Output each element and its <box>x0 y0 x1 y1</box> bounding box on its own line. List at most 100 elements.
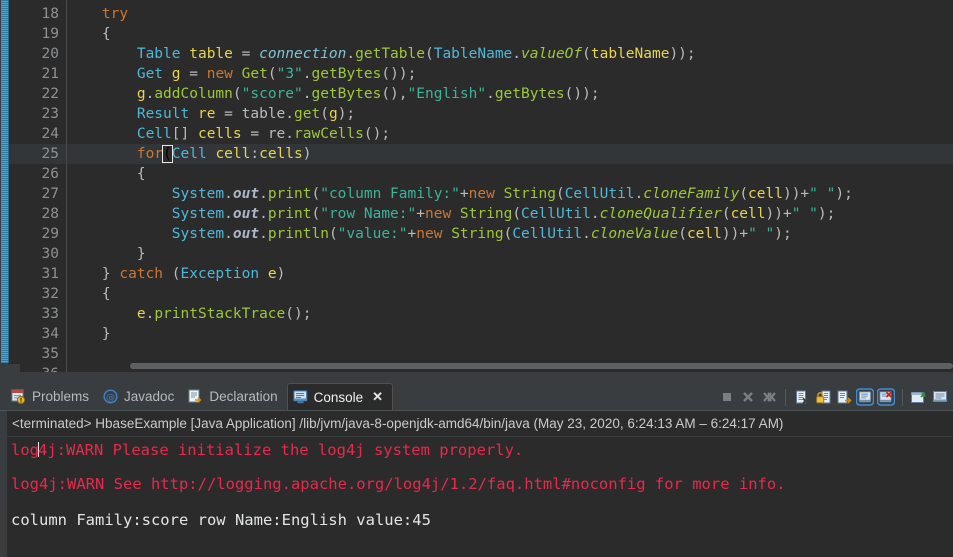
code-token: System <box>171 186 225 202</box>
line-number: 30 <box>41 246 59 262</box>
code-token: . <box>224 226 233 242</box>
code-line[interactable]: } <box>67 244 953 264</box>
tab-javadoc[interactable]: @ Javadoc <box>98 383 183 410</box>
console-icon <box>292 390 308 404</box>
code-token: (), <box>381 86 408 102</box>
code-line[interactable]: { <box>67 164 953 184</box>
code-token: + <box>407 226 417 242</box>
code-token: cells <box>197 126 242 142</box>
code-line[interactable]: try <box>67 4 953 24</box>
code-line[interactable]: System.out.println("value:"+new String(C… <box>67 224 953 244</box>
code-line[interactable]: e.printStackTrace(); <box>67 304 953 324</box>
code-token: try <box>101 6 129 22</box>
code-token: addColumn <box>154 86 233 102</box>
code-token: String <box>459 206 513 222</box>
scroll-lock-icon[interactable] <box>814 388 832 406</box>
editor-overview-ruler[interactable] <box>0 0 9 378</box>
line-number: 28 <box>41 206 59 222</box>
code-token: Result <box>136 106 190 122</box>
java-editor[interactable]: 18192021222324252627282930313233343536 t… <box>0 0 953 378</box>
console-header-separator <box>7 436 953 437</box>
line-number: 27 <box>41 186 59 202</box>
remove-all-terminated-icon[interactable] <box>760 388 778 406</box>
code-token: System <box>171 226 225 242</box>
code-token: = <box>232 46 260 62</box>
code-token: ()); <box>564 86 600 102</box>
code-token: ))+ <box>765 206 792 222</box>
editor-code-area[interactable]: try { Table table = connection.getTable(… <box>67 0 953 360</box>
code-line[interactable]: System.out.print("column Family:"+new St… <box>67 184 953 204</box>
code-token: getBytes <box>311 66 382 82</box>
code-line[interactable]: Result re = table.get(g); <box>67 104 953 124</box>
toolbar-separator <box>785 388 786 406</box>
code-token: + <box>416 206 425 222</box>
svg-text:@: @ <box>106 393 115 403</box>
code-token: ( <box>555 186 565 202</box>
code-line[interactable]: g.addColumn("score".getBytes(),"English"… <box>67 84 953 104</box>
code-line[interactable]: for(Cell cell:cells) <box>67 144 953 164</box>
code-token: . <box>224 186 233 202</box>
code-line[interactable]: System.out.print("row Name:"+new String(… <box>67 204 953 224</box>
editor-horizontal-scrollbar[interactable] <box>67 362 953 370</box>
code-token: " " <box>748 226 775 242</box>
code-token: Get <box>136 66 164 82</box>
code-token: ( <box>162 145 173 163</box>
code-line[interactable]: } <box>67 324 953 344</box>
code-token: out <box>232 226 260 242</box>
code-token: Exception <box>180 266 260 282</box>
clear-console-icon[interactable] <box>793 388 811 406</box>
overview-ruler-thumb[interactable] <box>1 0 9 363</box>
new-console-view-icon[interactable] <box>910 388 928 406</box>
line-number: 20 <box>41 46 59 62</box>
code-line[interactable] <box>67 344 953 360</box>
editor-horizontal-scrollbar-thumb[interactable] <box>130 363 953 369</box>
console-tab-list: Problems @ Javadoc Declaration Console ✕ <box>6 383 394 410</box>
code-token: + <box>459 186 469 202</box>
code-line[interactable]: { <box>67 284 953 304</box>
tab-declaration[interactable]: Declaration <box>183 383 286 410</box>
pin-console-icon[interactable] <box>835 388 853 406</box>
code-line[interactable]: Cell[] cells = re.rawCells(); <box>67 124 953 144</box>
console-options-icon[interactable] <box>931 388 949 406</box>
line-number: 31 <box>41 266 59 282</box>
console-output-text: 4j:WARN Please initialize the log4j syst… <box>38 441 524 459</box>
code-token: . <box>259 206 268 222</box>
code-token: cell <box>686 226 722 242</box>
code-line[interactable]: Table table = connection.getTable(TableN… <box>67 44 953 64</box>
line-number: 25 <box>9 144 66 164</box>
console-output-area[interactable]: <terminated> HbaseExample [Java Applicat… <box>0 411 953 557</box>
code-token: . <box>259 226 268 242</box>
code-token: " " <box>809 186 836 202</box>
code-token: Cell <box>136 126 172 142</box>
console-output-text: log4j:WARN See http://logging.apache.org… <box>11 475 786 493</box>
code-token: } <box>67 326 111 342</box>
code-token: = <box>241 126 268 142</box>
code-token: printStackTrace <box>154 306 286 322</box>
line-number: 32 <box>41 286 59 302</box>
display-selected-console-icon[interactable] <box>856 388 874 406</box>
code-token: "3" <box>276 66 303 82</box>
code-token: System <box>171 206 225 222</box>
code-token: table <box>189 46 233 62</box>
console-output-text: column Family:score row Name:English val… <box>11 511 431 529</box>
terminate-icon[interactable] <box>718 388 736 406</box>
code-token: ( <box>721 206 731 222</box>
code-token: CellUtil <box>521 206 591 222</box>
code-line[interactable]: { <box>67 24 953 44</box>
tab-console[interactable]: Console ✕ <box>286 383 394 410</box>
code-token: catch <box>119 266 164 282</box>
tab-close-icon[interactable]: ✕ <box>372 389 383 405</box>
open-console-icon[interactable] <box>877 388 895 406</box>
code-token: : <box>250 146 260 162</box>
code-token: ( <box>232 86 242 102</box>
tab-problems[interactable]: Problems <box>6 383 98 410</box>
code-line[interactable]: Get g = new Get("3".getBytes()); <box>67 64 953 84</box>
code-line[interactable]: } catch (Exception e) <box>67 264 953 284</box>
code-token: = <box>180 66 207 82</box>
code-token: . <box>486 86 495 102</box>
remove-launch-icon[interactable] <box>739 388 757 406</box>
code-token: "column Family:" <box>320 186 460 202</box>
tab-label: Console <box>313 389 364 405</box>
